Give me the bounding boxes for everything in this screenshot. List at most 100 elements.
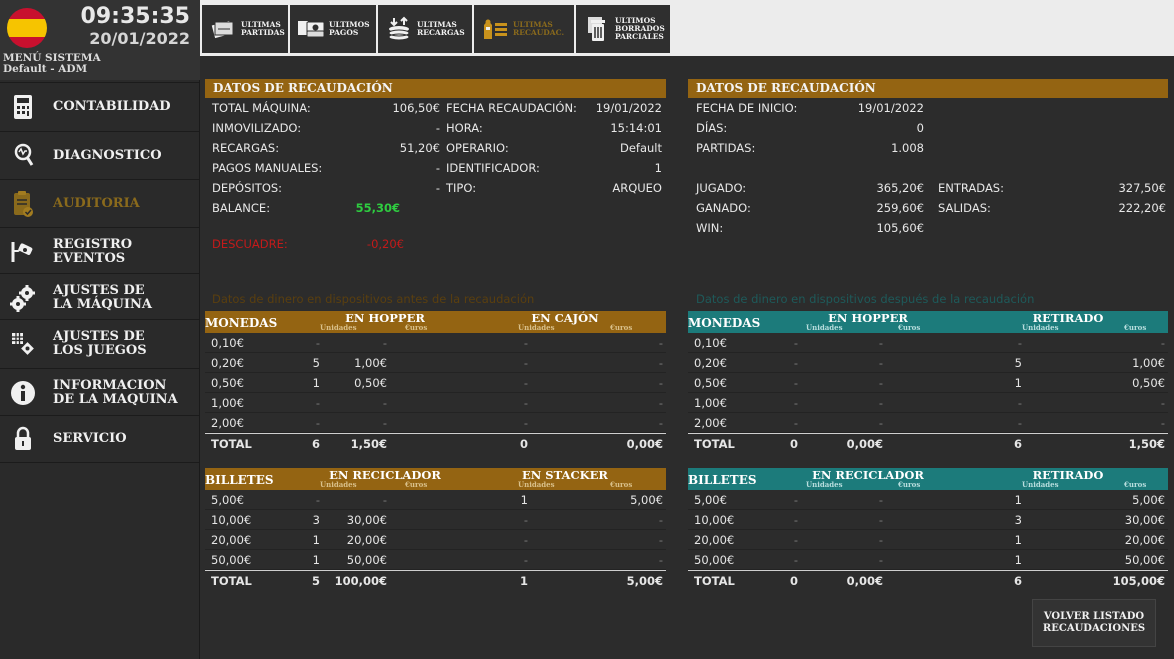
- euros-cell: -: [658, 416, 663, 430]
- euros-subheader: €uros: [405, 480, 428, 489]
- units-cell: 1: [1014, 493, 1022, 507]
- gears-icon: [8, 283, 38, 313]
- units-cell: 1: [519, 574, 528, 588]
- denomination-cell: 1,00€: [694, 396, 727, 410]
- units-cell: 1: [1014, 553, 1022, 567]
- euros-cell: -: [658, 336, 663, 350]
- toolbar-ultimos-pagos[interactable]: ULTIMOS PAGOS: [290, 5, 376, 53]
- units-cell: 6: [1013, 437, 1022, 451]
- units-cell: 5: [311, 574, 320, 588]
- units-cell: -: [523, 376, 528, 390]
- back-to-list-button[interactable]: VOLVER LISTADO RECAUDACIONES: [1032, 599, 1156, 647]
- lock-icon: [8, 424, 38, 454]
- sidebar-item-label: AJUSTES DE LA MÁQUINA: [53, 282, 152, 312]
- table-row: 20,00€ 1 20,00€ - -: [205, 530, 666, 550]
- sidebar-item-label: INFORMACION DE LA MAQUINA: [53, 377, 178, 407]
- euros-cell: 0,50€: [1132, 376, 1165, 390]
- table-row: 5,00€ - - 1 5,00€: [205, 490, 666, 510]
- sidebar-item-ajustes-maquina[interactable]: AJUSTES DE LA MÁQUINA: [0, 273, 199, 321]
- sidebar-item-diagnostico[interactable]: DIAGNOSTICO: [0, 131, 199, 179]
- denomination-cell: 10,00€: [694, 513, 735, 527]
- group-header: EN STACKER: [522, 468, 608, 482]
- euros-subheader: €uros: [405, 323, 428, 332]
- table-row: 10,00€ - - 3 30,00€: [688, 510, 1168, 530]
- toolbar-ultimos-borrados[interactable]: ULTIMOS BORRADOS PARCIALES: [576, 5, 670, 53]
- euros-cell: 50,00€: [1124, 553, 1165, 567]
- info-value: 222,20€: [1118, 201, 1166, 215]
- denomination-cell: 0,20€: [694, 356, 727, 370]
- sidebar-item-registro-eventos[interactable]: REGISTRO EVENTOS: [0, 227, 199, 275]
- toolbar-ultimas-recaudaciones[interactable]: ULTIMAS RECAUDAC.: [474, 5, 574, 53]
- table-header-label: MONEDAS: [205, 316, 278, 330]
- total-row: TOTAL 0 0,00€ 6 1,50€: [688, 433, 1168, 453]
- left-panel-title: DATOS DE RECAUDACIÓN: [205, 79, 666, 98]
- euros-cell: -: [382, 396, 387, 410]
- total-row: TOTAL 6 1,50€ 0 0,00€: [205, 433, 666, 453]
- euros-cell: -: [878, 533, 883, 547]
- euros-cell: 105,00€: [1112, 574, 1165, 588]
- before-section-title: Datos de dinero en dispositivos antes de…: [212, 292, 535, 306]
- units-cell: -: [793, 336, 798, 350]
- spain-flag-icon: [7, 8, 47, 48]
- euros-cell: 5,00€: [1132, 493, 1165, 507]
- euros-cell: -: [658, 513, 663, 527]
- group-header: EN CAJÓN: [531, 311, 599, 325]
- table-row: 0,50€ 1 0,50€ - -: [205, 373, 666, 393]
- units-subheader: Unidades: [320, 323, 357, 332]
- sidebar-item-contabilidad[interactable]: CONTABILIDAD: [0, 82, 199, 130]
- info-label: IDENTIFICADOR:: [446, 161, 540, 175]
- euros-cell: -: [658, 396, 663, 410]
- units-cell: 0: [519, 437, 528, 451]
- units-subheader: Unidades: [320, 480, 357, 489]
- units-cell: -: [523, 513, 528, 527]
- info-value: -: [435, 181, 440, 195]
- euros-subheader: €uros: [1124, 480, 1147, 489]
- sidebar-item-label: REGISTRO EVENTOS: [53, 236, 133, 266]
- top-toolbar: ULTIMAS PARTIDAS ULTIMOS PAGOS ULTIMAS RECA…: [200, 0, 1174, 56]
- units-cell: -: [523, 336, 528, 350]
- toolbar-ultimas-recargas[interactable]: ULTIMAS RECARGAS: [378, 5, 472, 53]
- sidebar-item-auditoria[interactable]: AUDITORIA: [0, 179, 199, 227]
- info-value: 0: [916, 121, 924, 135]
- info-value: 259,60€: [876, 201, 924, 215]
- units-cell: 0: [789, 574, 798, 588]
- total-row: TOTAL 5 100,00€ 1 5,00€: [205, 570, 666, 590]
- euros-cell: -: [1160, 396, 1165, 410]
- units-cell: -: [793, 376, 798, 390]
- info-value: 106,50€: [392, 101, 440, 115]
- total-row: TOTAL 0 0,00€ 6 105,00€: [688, 570, 1168, 590]
- toolbar-ultimas-partidas[interactable]: ULTIMAS PARTIDAS: [202, 5, 288, 53]
- toolbar-label: ULTIMAS RECARGAS: [417, 20, 465, 37]
- info-value: 365,20€: [876, 181, 924, 195]
- info-label: DÍAS:: [696, 121, 728, 135]
- cash-icon: [296, 14, 326, 44]
- sidebar-item-servicio[interactable]: SERVICIO: [0, 415, 199, 463]
- sidebar-item-ajustes-juegos[interactable]: AJUSTES DE LOS JUEGOS: [0, 319, 199, 367]
- euros-cell: 100,00€: [334, 574, 387, 588]
- info-label: ENTRADAS:: [938, 181, 1004, 195]
- current-user: Default - ADM: [3, 63, 88, 75]
- euros-cell: 0,00€: [626, 437, 663, 451]
- euros-cell: -: [878, 356, 883, 370]
- units-subheader: Unidades: [806, 323, 843, 332]
- clock-time: 09:35:35: [80, 4, 190, 29]
- sidebar-item-label: DIAGNOSTICO: [53, 147, 162, 163]
- after-bills-header: BILLETES EN RECICLADOR RETIRADO Unidades €ur…: [688, 468, 1168, 490]
- euros-cell: -: [382, 493, 387, 507]
- sidebar-item-label: AUDITORIA: [53, 195, 140, 211]
- info-value: 1: [654, 161, 662, 175]
- toolbar-label: ULTIMAS PARTIDAS: [241, 20, 285, 37]
- info-value: 15:14:01: [610, 121, 662, 135]
- units-cell: -: [523, 553, 528, 567]
- sidebar-item-informacion[interactable]: INFORMACION DE LA MAQUINA: [0, 368, 199, 416]
- table-row: 10,00€ 3 30,00€ - -: [205, 510, 666, 530]
- info-label: TIPO:: [446, 181, 477, 195]
- table-header-label: BILLETES: [205, 473, 274, 487]
- table-row: 0,10€ - - - -: [205, 333, 666, 353]
- denomination-cell: 5,00€: [694, 493, 727, 507]
- balance-value: 55,30€: [355, 201, 400, 215]
- euros-cell: 5,00€: [630, 493, 663, 507]
- euros-subheader: €uros: [610, 323, 633, 332]
- info-value: Default: [619, 141, 662, 155]
- euros-cell: 0,50€: [354, 376, 387, 390]
